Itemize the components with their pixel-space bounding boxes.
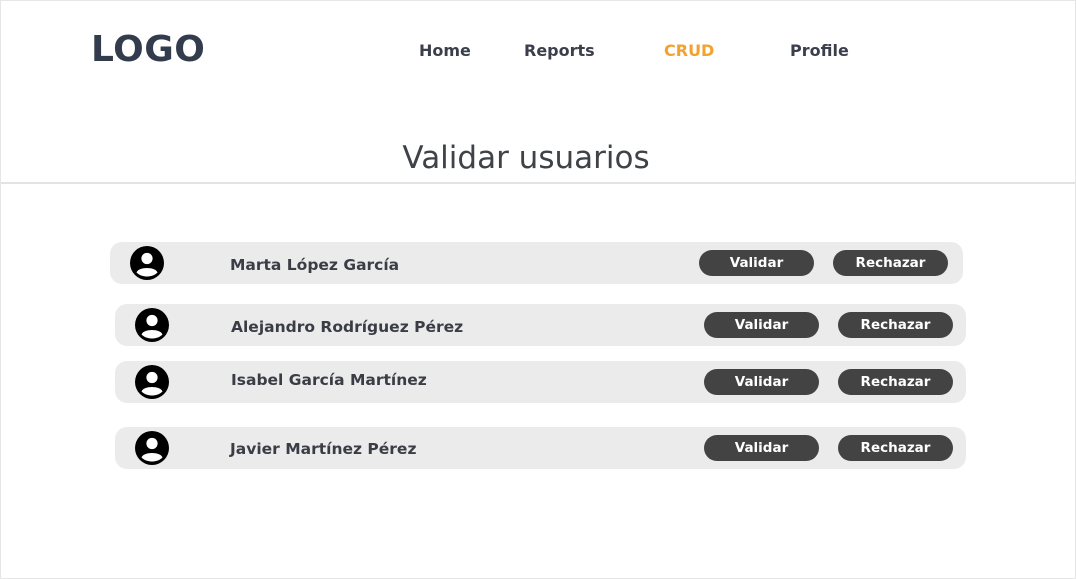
validate-button[interactable]: Validar [699, 250, 814, 276]
reject-button[interactable]: Rechazar [838, 369, 953, 395]
nav-item-home[interactable]: Home [419, 40, 471, 62]
nav-item-profile[interactable]: Profile [790, 40, 849, 62]
validate-button[interactable]: Validar [704, 312, 819, 338]
nav-item-reports[interactable]: Reports [524, 40, 595, 62]
user-name: Javier Martínez Pérez [230, 440, 417, 458]
list-item: Javier Martínez Pérez Validar Rechazar [115, 427, 966, 469]
reject-button[interactable]: Rechazar [833, 250, 948, 276]
list-item: Marta López García Validar Rechazar [110, 242, 963, 284]
reject-button[interactable]: Rechazar [838, 435, 953, 461]
user-name: Isabel García Martínez [231, 371, 427, 389]
user-name: Alejandro Rodríguez Pérez [231, 318, 464, 336]
user-avatar-icon [130, 246, 164, 280]
validate-button[interactable]: Validar [704, 369, 819, 395]
validate-button[interactable]: Validar [704, 435, 819, 461]
user-name: Marta López García [230, 256, 400, 274]
page-title: Validar usuarios [402, 140, 650, 176]
user-avatar-icon [135, 308, 169, 342]
user-avatar-icon [135, 431, 169, 465]
logo[interactable]: LOGO [91, 28, 205, 72]
list-item: Alejandro Rodríguez Pérez Validar Rechaz… [115, 304, 966, 346]
page-frame [0, 0, 1076, 579]
user-avatar-icon [135, 365, 169, 399]
header-divider [1, 182, 1075, 184]
list-item: Isabel García Martínez Validar Rechazar [115, 361, 966, 403]
reject-button[interactable]: Rechazar [838, 312, 953, 338]
nav-item-crud[interactable]: CRUD [664, 40, 714, 62]
